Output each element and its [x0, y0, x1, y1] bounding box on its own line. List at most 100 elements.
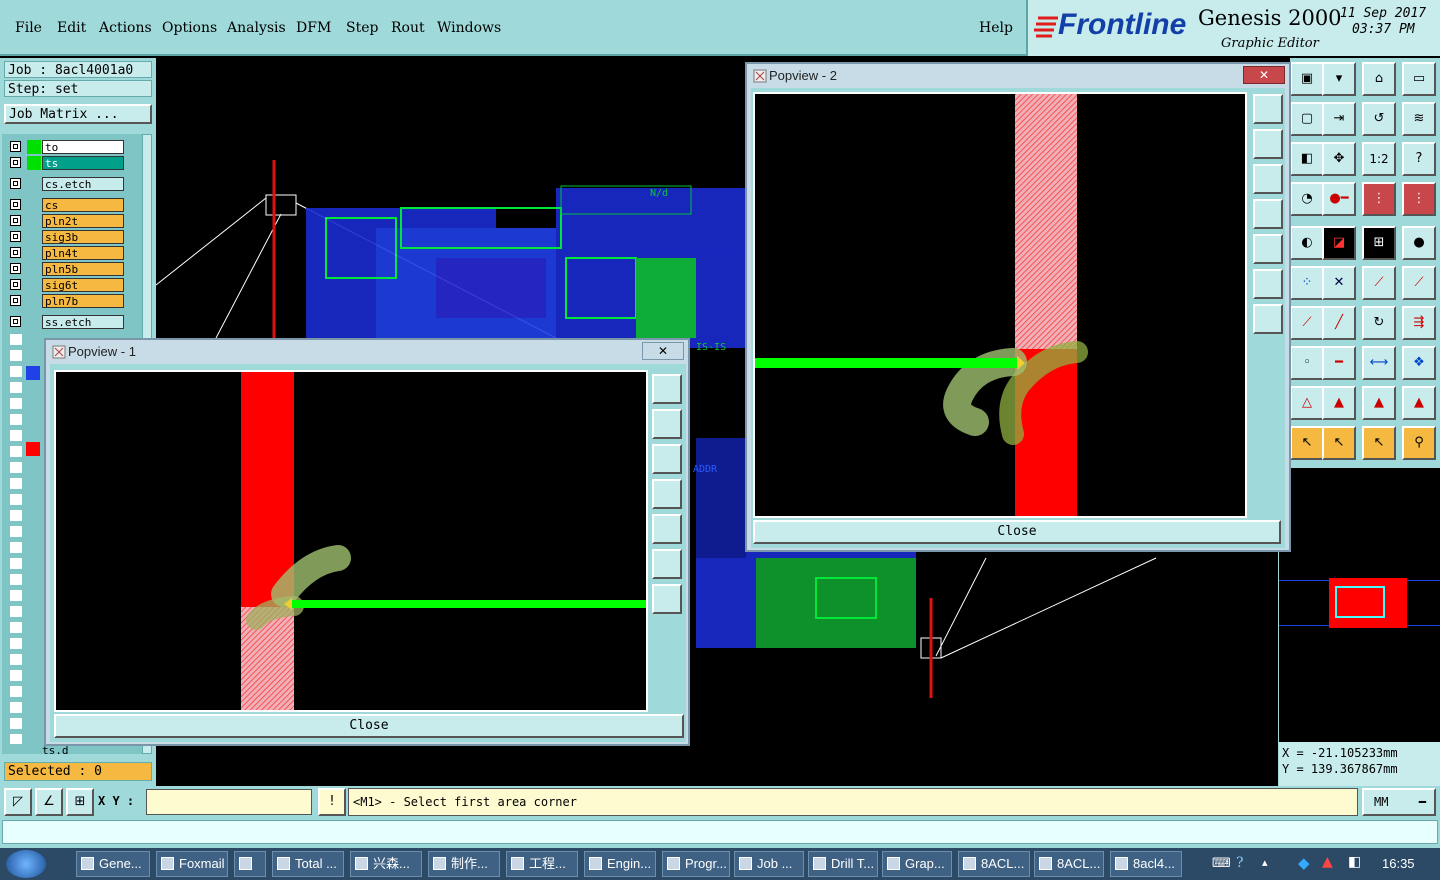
menu-edit[interactable]: Edit [57, 20, 86, 36]
circle-icon[interactable]: ● [1402, 226, 1436, 260]
measure-angle-icon[interactable]: ∠ [35, 788, 63, 816]
layer-color-swatch-red[interactable] [26, 442, 40, 456]
layer-name[interactable]: sig3b [42, 230, 124, 244]
xy-input[interactable] [146, 789, 312, 815]
tool-button[interactable]: ⁘ [1290, 266, 1324, 300]
triangle-icon[interactable]: ▲ [1322, 386, 1356, 420]
ruler-icon[interactable]: ⊞ [1362, 226, 1396, 260]
features-filter-icon[interactable]: ⋮ [1402, 182, 1436, 216]
layer-row-ss-etch[interactable]: ss.etch [8, 315, 128, 330]
antivirus-tray-icon[interactable]: ▲ [1322, 854, 1333, 870]
tool-button[interactable]: ◐ [1290, 226, 1324, 260]
arc-icon[interactable]: ↻ [1362, 306, 1396, 340]
arc-pair-icon[interactable]: ⇶ [1402, 306, 1436, 340]
layer-row-to[interactable]: to [8, 140, 128, 155]
menu-rout[interactable]: Rout [391, 20, 425, 36]
layer-name[interactable]: pln7b [42, 294, 124, 308]
taskbar-item[interactable]: Total ... [272, 851, 344, 877]
start-button[interactable] [6, 850, 46, 878]
redraw-icon[interactable]: ≋ [1402, 102, 1436, 136]
menu-analysis[interactable]: Analysis [227, 20, 286, 36]
home-icon[interactable]: ⌂ [1362, 62, 1396, 96]
pan-icon[interactable]: ⇥ [1322, 102, 1356, 136]
layer-row-sig6t[interactable]: sig6t [8, 278, 128, 293]
triangle-3-icon[interactable]: ▲ [1402, 386, 1436, 420]
measure-icon[interactable]: ◪ [1322, 226, 1356, 260]
window-icon[interactable]: ▭ [1402, 62, 1436, 96]
tool-button[interactable]: ↖ [1290, 426, 1324, 460]
line-tool-2-icon[interactable]: ⟋ [1402, 266, 1436, 300]
taskbar-item[interactable]: Drill T... [808, 851, 878, 877]
message-field[interactable] [2, 820, 1438, 844]
layer-checkbox[interactable] [10, 157, 21, 168]
layer-checkbox[interactable] [10, 178, 21, 189]
layer-name[interactable]: pln4t [42, 246, 124, 260]
menu-file[interactable]: File [15, 20, 42, 36]
layer-name[interactable]: pln2t [42, 214, 124, 228]
select-pointer-icon[interactable]: ↖ [1322, 426, 1356, 460]
pan-left-icon[interactable] [652, 479, 682, 509]
taskbar-item[interactable]: 8ACL... [958, 851, 1030, 877]
close-icon[interactable]: ✕ [1243, 66, 1285, 84]
taskbar-item[interactable]: 制作... [428, 851, 500, 877]
network-tray-icon[interactable]: ◆ [1298, 854, 1310, 872]
taskbar-item[interactable]: 工程... [506, 851, 578, 877]
tool-button[interactable]: ◦ [1290, 346, 1324, 380]
popview-1-close-button[interactable]: Close [54, 714, 684, 738]
shapes-icon[interactable]: ❖ [1402, 346, 1436, 380]
line-tool-icon[interactable]: ⟋ [1362, 266, 1396, 300]
help-tray-icon[interactable]: ? [1236, 855, 1244, 871]
help-icon[interactable]: ? [1402, 142, 1436, 176]
taskbar-item[interactable]: Grap... [882, 851, 952, 877]
layer-name[interactable]: ts [42, 156, 124, 170]
layer-name[interactable]: to [42, 140, 124, 154]
menu-actions[interactable]: Actions [99, 20, 152, 36]
menu-dfm[interactable]: DFM [296, 20, 331, 36]
keyboard-icon[interactable]: ⌨ [1212, 856, 1231, 871]
scale-icon[interactable]: 1:2 [1362, 142, 1396, 176]
units-select[interactable]: MM ━ [1362, 788, 1436, 816]
taskbar-item[interactable]: Foxmail [156, 851, 228, 877]
volume-tray-icon[interactable]: ◧ [1348, 854, 1361, 870]
layer-row-cs-etch[interactable]: cs.etch [8, 177, 128, 192]
alert-icon[interactable]: ! [318, 788, 346, 816]
taskbar-clock[interactable]: 16:35 [1382, 856, 1415, 871]
triangle-2-icon[interactable]: ▲ [1362, 386, 1396, 420]
layer-color-swatch-blue[interactable] [26, 366, 40, 380]
taskbar-item[interactable]: Engin... [584, 851, 656, 877]
layer-checkbox[interactable] [10, 316, 21, 327]
zoom-in-icon[interactable] [1253, 129, 1283, 159]
features-tool-icon[interactable]: ⋮ [1362, 182, 1396, 216]
pan-right-icon[interactable] [1253, 234, 1283, 264]
zoom-out-icon[interactable] [1253, 164, 1283, 194]
layer-checkbox[interactable] [10, 279, 21, 290]
tool-button[interactable]: ▢ [1290, 102, 1324, 136]
move-icon[interactable] [652, 584, 682, 614]
layer-checkbox[interactable] [10, 231, 21, 242]
layer-checkbox[interactable] [10, 263, 21, 274]
pan-left-icon[interactable] [1253, 199, 1283, 229]
select-pointer-2-icon[interactable]: ↖ [1362, 426, 1396, 460]
layer-row-sig3b[interactable]: sig3b [8, 230, 128, 245]
diagonal-line-icon[interactable]: ╱ [1322, 306, 1356, 340]
taskbar-item[interactable] [234, 851, 266, 877]
taskbar-item[interactable]: 8ACL... [1034, 851, 1104, 877]
layer-name[interactable]: sig6t [42, 278, 124, 292]
layer-name[interactable]: cs [42, 198, 124, 212]
menu-options[interactable]: Options [162, 20, 217, 36]
zoom-home-icon[interactable] [652, 374, 682, 404]
layer-color-swatch[interactable] [27, 156, 41, 170]
overview-viewport[interactable] [1335, 586, 1385, 618]
save-view-icon[interactable]: ▾ [1322, 62, 1356, 96]
grid-icon[interactable]: ⊞ [66, 788, 94, 816]
zoom-in-icon[interactable] [652, 409, 682, 439]
connect-icon[interactable]: ⚲ [1402, 426, 1436, 460]
job-matrix-button[interactable]: Job Matrix ... [4, 104, 152, 124]
menu-windows[interactable]: Windows [437, 20, 501, 36]
tool-button[interactable]: ◧ [1290, 142, 1324, 176]
layer-checkbox[interactable] [10, 295, 21, 306]
move-icon[interactable] [1253, 304, 1283, 334]
zoom-out-icon[interactable] [652, 444, 682, 474]
dimension-icon[interactable]: ⟷ [1362, 346, 1396, 380]
layer-checkbox-column[interactable] [10, 334, 22, 744]
